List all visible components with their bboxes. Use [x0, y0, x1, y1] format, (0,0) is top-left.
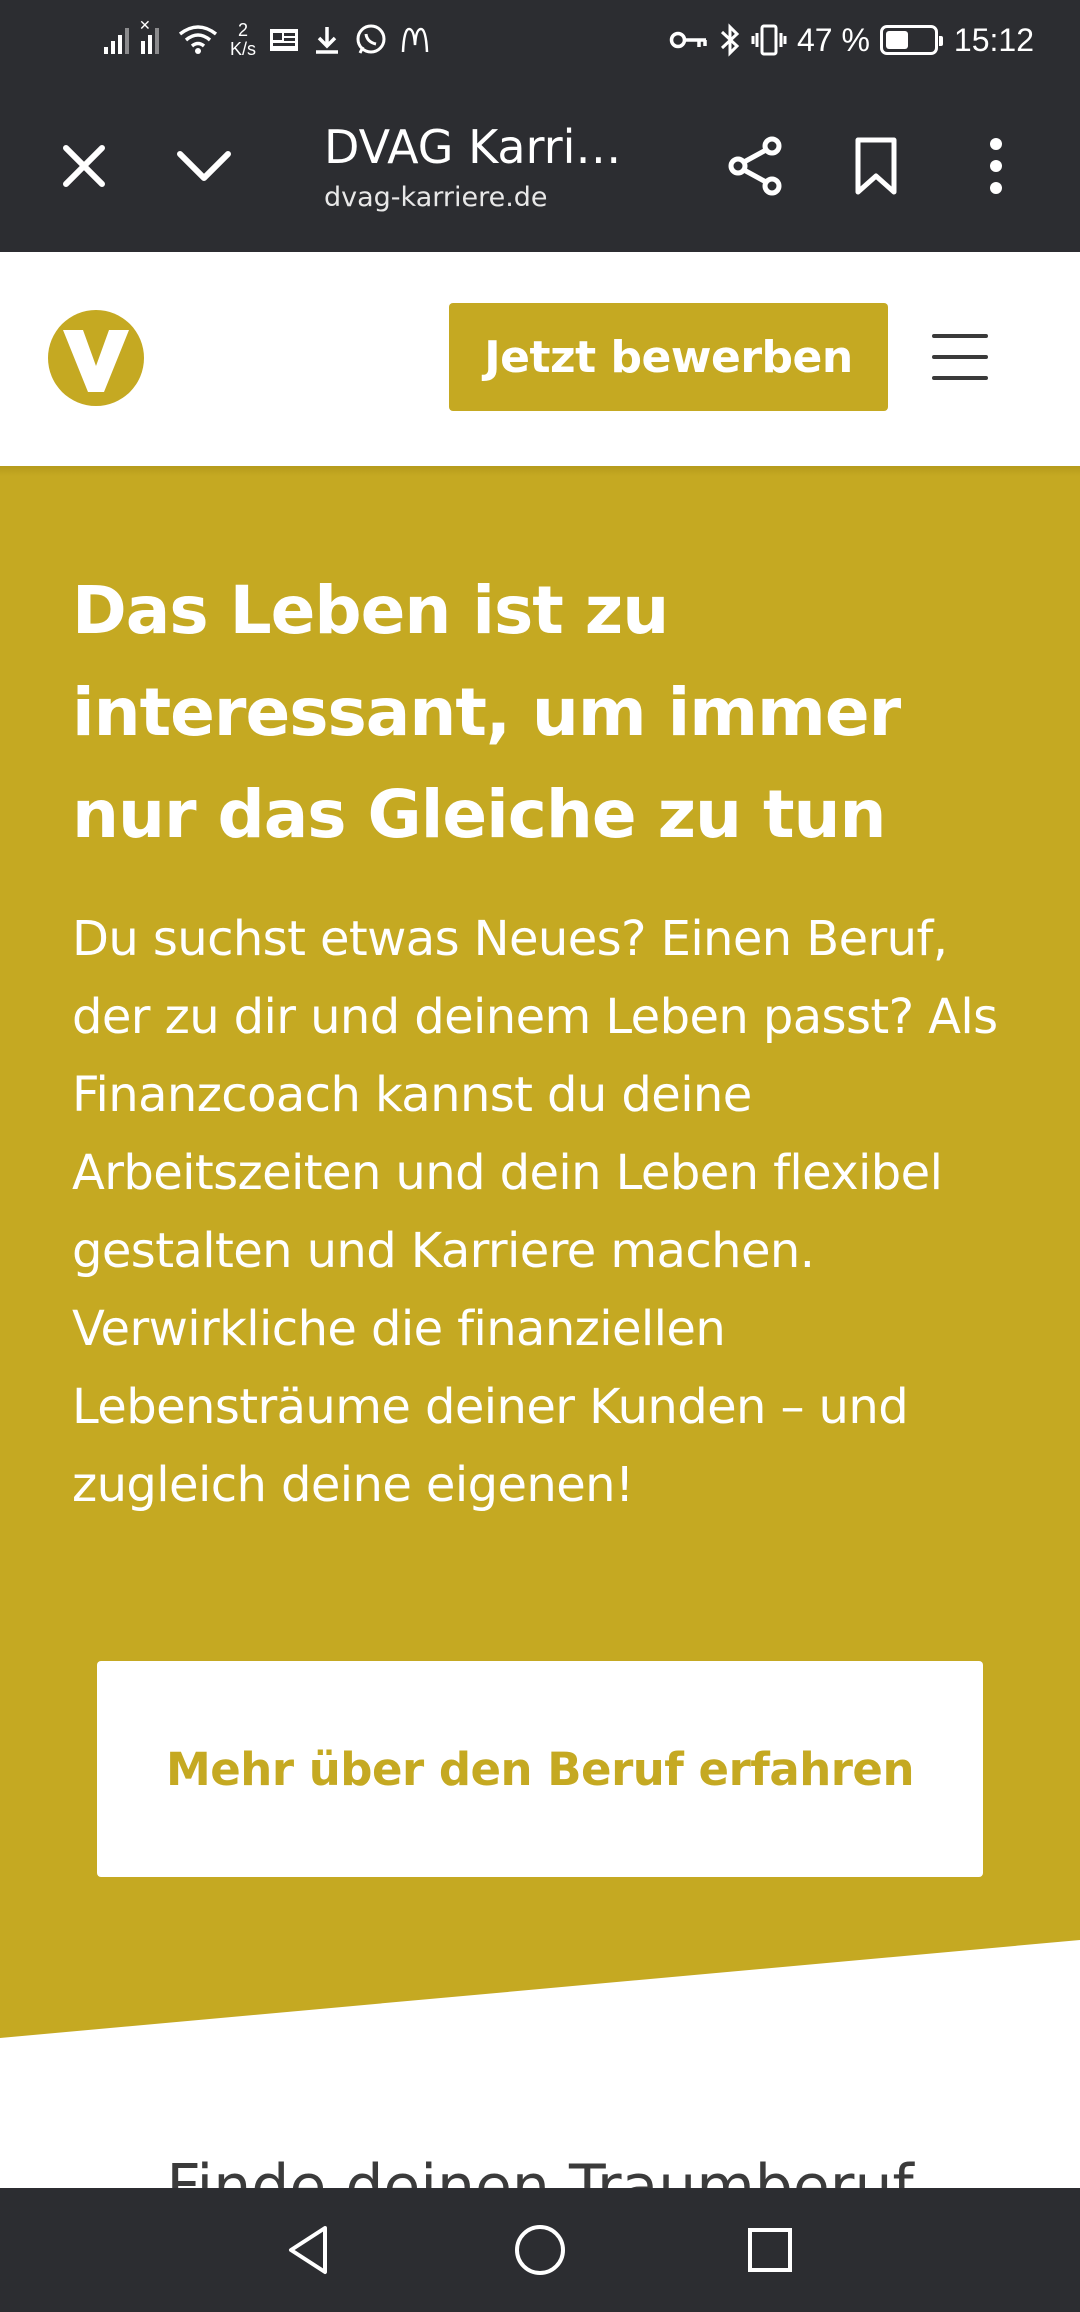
vibrate-icon — [751, 24, 787, 56]
mcdonalds-icon — [401, 27, 429, 53]
back-button[interactable] — [268, 2210, 348, 2290]
hamburger-menu-icon[interactable] — [930, 330, 990, 384]
page-url[interactable]: dvag-karriere.de — [324, 182, 548, 213]
page-title[interactable]: DVAG Karri… — [324, 120, 621, 174]
wifi-icon — [178, 25, 218, 54]
signal-icon — [104, 26, 129, 54]
browser-toolbar: DVAG Karri… dvag-karriere.de — [0, 80, 1080, 252]
recents-square-icon — [748, 2228, 792, 2272]
more-vert-icon — [990, 138, 1002, 194]
battery-icon — [879, 25, 943, 55]
status-right-icons: 47 % 15:12 — [669, 14, 1034, 66]
dvag-logo[interactable] — [46, 308, 146, 408]
network-speed-value: 2 — [238, 20, 249, 40]
close-tab-button[interactable] — [44, 126, 124, 206]
network-speed-unit: K/s — [230, 39, 257, 59]
clock: 15:12 — [953, 21, 1034, 58]
site-header: Jetzt bewerben — [0, 252, 1080, 466]
back-triangle-icon — [289, 2226, 327, 2274]
learn-more-button[interactable]: Mehr über den Beruf erfahren — [97, 1661, 983, 1877]
hero-text: Du suchst etwas Neues? Einen Beruf, der … — [72, 911, 998, 1513]
bookmark-button[interactable] — [836, 126, 916, 206]
whatsapp-icon — [356, 24, 386, 54]
apply-now-button[interactable]: Jetzt bewerben — [449, 303, 888, 411]
chevron-down-icon — [177, 151, 231, 181]
share-icon — [728, 136, 782, 196]
home-circle-icon — [515, 2225, 565, 2275]
signal-no-service-icon: ✕ — [139, 18, 166, 54]
close-icon — [63, 145, 105, 187]
gallery-notification-icon — [270, 29, 299, 51]
download-icon — [316, 27, 339, 54]
hero-title: Das Leben ist zu interessant, um immer n… — [72, 572, 901, 853]
status-left-icons: ✕ 2 K/s — [104, 14, 430, 66]
bluetooth-icon — [720, 23, 740, 57]
navigation-bar — [0, 2188, 1080, 2312]
share-button[interactable] — [716, 126, 796, 206]
recents-button[interactable] — [730, 2210, 810, 2290]
minimize-button[interactable] — [164, 126, 244, 206]
vpn-key-icon — [669, 31, 707, 49]
home-button[interactable] — [500, 2210, 580, 2290]
status-bar: ✕ 2 K/s 47 % 15:12 — [0, 0, 1080, 80]
bookmark-icon — [855, 137, 897, 195]
network-speed: 2 K/s — [230, 21, 256, 59]
battery-percent: 47 % — [796, 21, 870, 58]
hero-top-shadow — [0, 466, 1080, 476]
battery-level — [885, 31, 908, 49]
more-options-button[interactable] — [956, 126, 1036, 206]
